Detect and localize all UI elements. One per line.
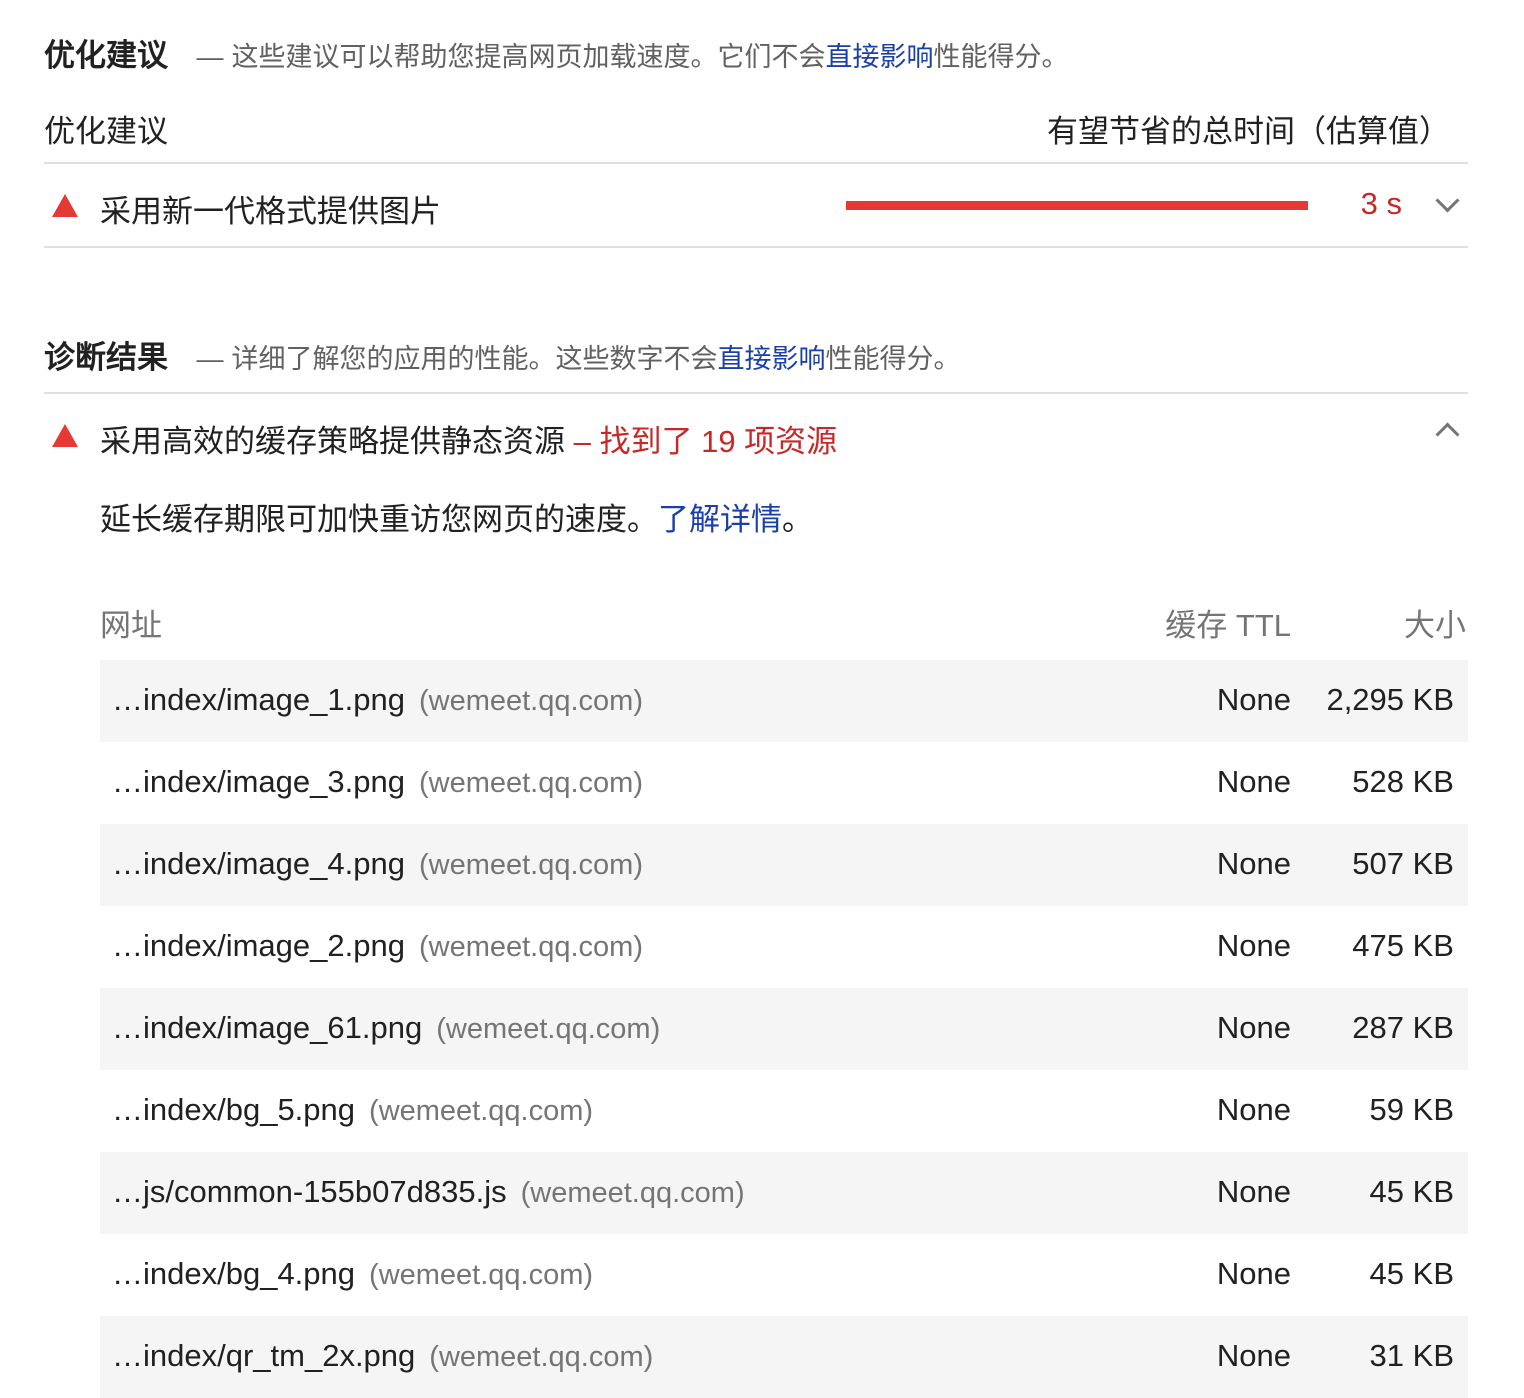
cache-ttl: None (1216, 1092, 1291, 1127)
resource-host: (wemeet.qq.com) (520, 1177, 745, 1209)
resource-size: 31 KB (1369, 1338, 1454, 1373)
cache-ttl: None (1216, 1174, 1291, 1209)
resource-host: (wemeet.qq.com) (436, 1013, 661, 1045)
cache-ttl: None (1216, 1338, 1291, 1373)
resource-size: 59 KB (1369, 1092, 1454, 1127)
resource-url[interactable]: …index/image_2.png (112, 928, 405, 963)
table-row: …index/image_61.png (wemeet.qq.com) None … (100, 988, 1468, 1070)
opportunities-header: 优化建议 — 这些建议可以帮助您提高网页加载速度。它们不会直接影响性能得分。 (44, 30, 1068, 75)
direct-impact-link[interactable]: 直接影响 (717, 344, 825, 374)
savings-bar (846, 201, 1308, 210)
table-row: …index/image_3.png (wemeet.qq.com) None 5… (100, 742, 1468, 824)
opportunities-column-header: 优化建议 有望节省的总时间（估算值） (44, 100, 1468, 150)
resource-size: 45 KB (1369, 1256, 1454, 1291)
opportunity-column-label: 优化建议 (44, 114, 168, 149)
resource-size: 507 KB (1352, 846, 1454, 881)
resource-url[interactable]: …index/image_4.png (112, 846, 405, 881)
warning-triangle-icon (52, 424, 78, 447)
warning-triangle-icon (52, 194, 78, 217)
resource-host: (wemeet.qq.com) (429, 1341, 654, 1373)
diagnostic-title: 采用高效的缓存策略提供静态资源 – 找到了 19 项资源 (100, 424, 838, 459)
resource-size: 287 KB (1352, 1010, 1454, 1045)
resource-host: (wemeet.qq.com) (369, 1259, 594, 1291)
resource-url[interactable]: …index/bg_4.png (112, 1256, 355, 1291)
resource-host: (wemeet.qq.com) (418, 849, 643, 881)
resource-url[interactable]: …js/common-155b07d835.js (112, 1174, 507, 1209)
opportunities-description: — 这些建议可以帮助您提高网页加载速度。它们不会直接影响性能得分。 (196, 42, 1069, 72)
column-header-cache-ttl: 缓存 TTL (1165, 608, 1291, 643)
chevron-up-icon[interactable] (1435, 422, 1460, 447)
resource-url[interactable]: …index/image_61.png (112, 1010, 422, 1045)
savings-value: 3 s (1360, 186, 1402, 221)
cache-ttl: None (1216, 1256, 1291, 1291)
divider (44, 246, 1468, 248)
cache-ttl: None (1216, 846, 1291, 881)
resource-size: 2,295 KB (1326, 682, 1454, 717)
table-row: …index/bg_4.png (wemeet.qq.com) None 45 K… (100, 1234, 1468, 1316)
diagnostic-display-value: – 找到了 19 项资源 (565, 424, 838, 459)
direct-impact-link[interactable]: 直接影响 (825, 42, 933, 72)
column-header-url: 网址 (100, 608, 162, 643)
cache-ttl: None (1216, 928, 1291, 963)
opportunities-title: 优化建议 (44, 38, 168, 73)
diagnostic-description: 延长缓存期限可加快重访您网页的速度。了解详情。 (100, 502, 813, 537)
resource-size: 475 KB (1352, 928, 1454, 963)
chevron-down-icon[interactable] (1435, 188, 1460, 213)
resource-host: (wemeet.qq.com) (418, 931, 643, 963)
resource-size: 45 KB (1369, 1174, 1454, 1209)
table-row: …js/common-155b07d835.js (wemeet.qq.com) … (100, 1152, 1468, 1234)
table-row: …index/bg_5.png (wemeet.qq.com) None 59 K… (100, 1070, 1468, 1152)
column-header-size: 大小 (1404, 608, 1466, 643)
resource-url[interactable]: …index/bg_5.png (112, 1092, 355, 1127)
savings-bar-fill (846, 201, 1308, 210)
resource-host: (wemeet.qq.com) (369, 1095, 594, 1127)
diagnostics-title: 诊断结果 (44, 340, 168, 375)
resource-host: (wemeet.qq.com) (418, 767, 643, 799)
resource-url[interactable]: …index/image_1.png (112, 682, 405, 717)
table-row: …index/image_2.png (wemeet.qq.com) None 4… (100, 906, 1468, 988)
table-row: …index/qr_tm_2x.png (wemeet.qq.com) None … (100, 1316, 1468, 1398)
diagnostic-cache-policy[interactable]: 采用高效的缓存策略提供静态资源 – 找到了 19 项资源 (44, 394, 1468, 476)
table-row: …index/image_1.png (wemeet.qq.com) None 2… (100, 660, 1468, 742)
resource-url[interactable]: …index/qr_tm_2x.png (112, 1338, 415, 1373)
savings-column-label: 有望节省的总时间（估算值） (1047, 114, 1450, 149)
cache-resources-table: 网址 缓存 TTL 大小 …index/image_1.png (wemeet.q… (100, 590, 1468, 1398)
cache-ttl: None (1216, 1010, 1291, 1045)
opportunity-next-gen-images[interactable]: 采用新一代格式提供图片 3 s (44, 164, 1468, 246)
diagnostics-description: — 详细了解您的应用的性能。这些数字不会直接影响性能得分。 (196, 344, 961, 374)
table-row: …index/image_4.png (wemeet.qq.com) None 5… (100, 824, 1468, 906)
diagnostics-header: 诊断结果 — 详细了解您的应用的性能。这些数字不会直接影响性能得分。 (44, 332, 960, 377)
resource-url[interactable]: …index/image_3.png (112, 764, 405, 799)
resource-host: (wemeet.qq.com) (418, 685, 643, 717)
cache-ttl: None (1216, 682, 1291, 717)
cache-ttl: None (1216, 764, 1291, 799)
resource-size: 528 KB (1352, 764, 1454, 799)
learn-more-link[interactable]: 了解详情 (658, 502, 782, 537)
opportunity-title: 采用新一代格式提供图片 (100, 194, 441, 229)
table-header: 网址 缓存 TTL 大小 (100, 590, 1468, 660)
